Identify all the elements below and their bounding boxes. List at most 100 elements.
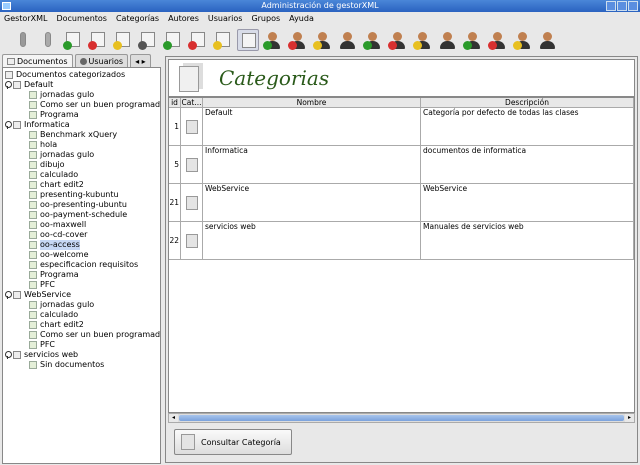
tree-document[interactable]: presenting-kubuntu xyxy=(3,190,160,200)
tree-document[interactable]: especificacion requisitos xyxy=(3,260,160,270)
tree-category[interactable]: Informatica xyxy=(3,120,160,130)
panel-header: Categorias xyxy=(168,59,635,97)
tab-scroll[interactable]: ◂ ▸ xyxy=(130,54,151,67)
tree-root[interactable]: Documentos categorizados xyxy=(3,70,160,80)
user-icon xyxy=(79,57,87,65)
consultar-categoria-button[interactable]: Consultar Categoría xyxy=(174,429,292,455)
tree-document[interactable]: oo-cd-cover xyxy=(3,230,160,240)
document-icon xyxy=(29,191,37,199)
plug-button[interactable] xyxy=(37,29,59,51)
tree-document[interactable]: Como ser un buen programador xyxy=(3,330,160,340)
close-button[interactable] xyxy=(628,1,638,11)
scroll-right-button[interactable]: ▸ xyxy=(625,414,634,422)
cell-category-icon xyxy=(181,146,203,183)
add-author-button[interactable] xyxy=(262,29,284,51)
title-bar: Administración de gestorXML xyxy=(0,0,640,12)
expand-handle-icon[interactable] xyxy=(5,121,12,129)
maximize-button[interactable] xyxy=(617,1,627,11)
delete-user-button[interactable] xyxy=(387,29,409,51)
tree-node-label: Como ser un buen programador xyxy=(40,330,161,339)
document-icon xyxy=(29,321,37,329)
document-icon xyxy=(29,141,37,149)
table-row[interactable]: 5 Informatica documentos de informatica xyxy=(169,146,634,184)
tree-category[interactable]: WebService xyxy=(3,290,160,300)
column-header-nombre[interactable]: Nombre xyxy=(203,98,421,107)
scrollbar-thumb[interactable] xyxy=(179,415,624,421)
document-tree[interactable]: Documentos categorizados Default jornadas … xyxy=(2,67,161,464)
tree-document[interactable]: chart edit2 xyxy=(3,320,160,330)
delete-category-button[interactable] xyxy=(87,29,109,51)
column-header-id[interactable]: id xyxy=(169,98,181,107)
horizontal-scrollbar[interactable]: ◂ ▸ xyxy=(168,413,635,423)
categories-icon xyxy=(179,66,199,92)
edit-author-button[interactable] xyxy=(312,29,334,51)
tab-usuarios[interactable]: Usuarios xyxy=(74,54,129,67)
tree-document[interactable]: Programa xyxy=(3,110,160,120)
table-row[interactable]: 22 servicios web Manuales de servicios web xyxy=(169,222,634,260)
tree-document[interactable]: calculado xyxy=(3,310,160,320)
edit-group-button[interactable] xyxy=(512,29,534,51)
menu-usuarios[interactable]: Usuarios xyxy=(208,12,243,26)
delete-document-button[interactable] xyxy=(187,29,209,51)
delete-author-button[interactable] xyxy=(287,29,309,51)
document-icon xyxy=(29,251,37,259)
tree-category[interactable]: servicios web xyxy=(3,350,160,360)
edit-user-button[interactable] xyxy=(412,29,434,51)
cell-id: 21 xyxy=(169,184,181,221)
view-group-button[interactable] xyxy=(537,29,559,51)
view-user-button[interactable] xyxy=(437,29,459,51)
scroll-left-button[interactable]: ◂ xyxy=(169,414,178,422)
view-author-button[interactable] xyxy=(337,29,359,51)
menu-documentos[interactable]: Documentos xyxy=(56,12,107,26)
tree-document[interactable]: dibujo xyxy=(3,160,160,170)
minimize-button[interactable] xyxy=(606,1,616,11)
tree-document[interactable]: oo-maxwell xyxy=(3,220,160,230)
view-document-button[interactable] xyxy=(237,28,259,51)
tree-document[interactable]: chart edit2 xyxy=(3,180,160,190)
tree-document[interactable]: Programa xyxy=(3,270,160,280)
tree-node-label: dibujo xyxy=(40,160,65,169)
tree-document[interactable]: oo-payment-schedule xyxy=(3,210,160,220)
tree-document[interactable]: oo-welcome xyxy=(3,250,160,260)
table-row[interactable]: 1 Default Categoría por defecto de todas l… xyxy=(169,108,634,146)
tree-document[interactable]: PFC xyxy=(3,280,160,290)
tab-documentos[interactable]: Documentos xyxy=(2,54,73,67)
document-icon xyxy=(29,261,37,269)
add-user-button[interactable] xyxy=(362,29,384,51)
add-group-button[interactable] xyxy=(462,29,484,51)
tree-document[interactable]: Sin documentos xyxy=(3,360,160,370)
expand-handle-icon[interactable] xyxy=(5,81,12,89)
delete-group-button[interactable] xyxy=(487,29,509,51)
category-icon xyxy=(13,351,21,359)
expand-handle-icon[interactable] xyxy=(5,351,12,359)
tree-document[interactable]: jornadas gulo xyxy=(3,300,160,310)
edit-document-button[interactable] xyxy=(212,29,234,51)
tree-document[interactable]: Benchmark xQuery xyxy=(3,130,160,140)
add-category-button[interactable] xyxy=(62,29,84,51)
tree-document[interactable]: jornadas gulo xyxy=(3,90,160,100)
tree-document[interactable]: PFC xyxy=(3,340,160,350)
column-header-descripcion[interactable]: Descripción xyxy=(421,98,634,107)
search-category-button[interactable] xyxy=(137,29,159,51)
menu-ayuda[interactable]: Ayuda xyxy=(289,12,314,26)
tree-category[interactable]: Default xyxy=(3,80,160,90)
edit-category-button[interactable] xyxy=(112,29,134,51)
cell-descripcion: documentos de informatica xyxy=(421,146,634,183)
tree-document[interactable]: oo-access xyxy=(3,240,160,250)
tree-node-label: Default xyxy=(24,80,54,89)
add-document-button[interactable] xyxy=(162,29,184,51)
cell-descripcion: Manuales de servicios web xyxy=(421,222,634,259)
menu-grupos[interactable]: Grupos xyxy=(251,12,280,26)
table-row[interactable]: 21 WebService WebService xyxy=(169,184,634,222)
expand-handle-icon[interactable] xyxy=(5,291,12,299)
column-header-cat[interactable]: Cat... xyxy=(181,98,203,107)
disconnect-button[interactable] xyxy=(12,29,34,51)
tree-document[interactable]: jornadas gulo xyxy=(3,150,160,160)
tree-document[interactable]: oo-presenting-ubuntu xyxy=(3,200,160,210)
tree-document[interactable]: Como ser un buen programador xyxy=(3,100,160,110)
menu-autores[interactable]: Autores xyxy=(168,12,199,26)
tree-document[interactable]: hola xyxy=(3,140,160,150)
menu-gestorxml[interactable]: GestorXML xyxy=(4,12,47,26)
tree-document[interactable]: calculado xyxy=(3,170,160,180)
menu-categorías[interactable]: Categorías xyxy=(116,12,159,26)
